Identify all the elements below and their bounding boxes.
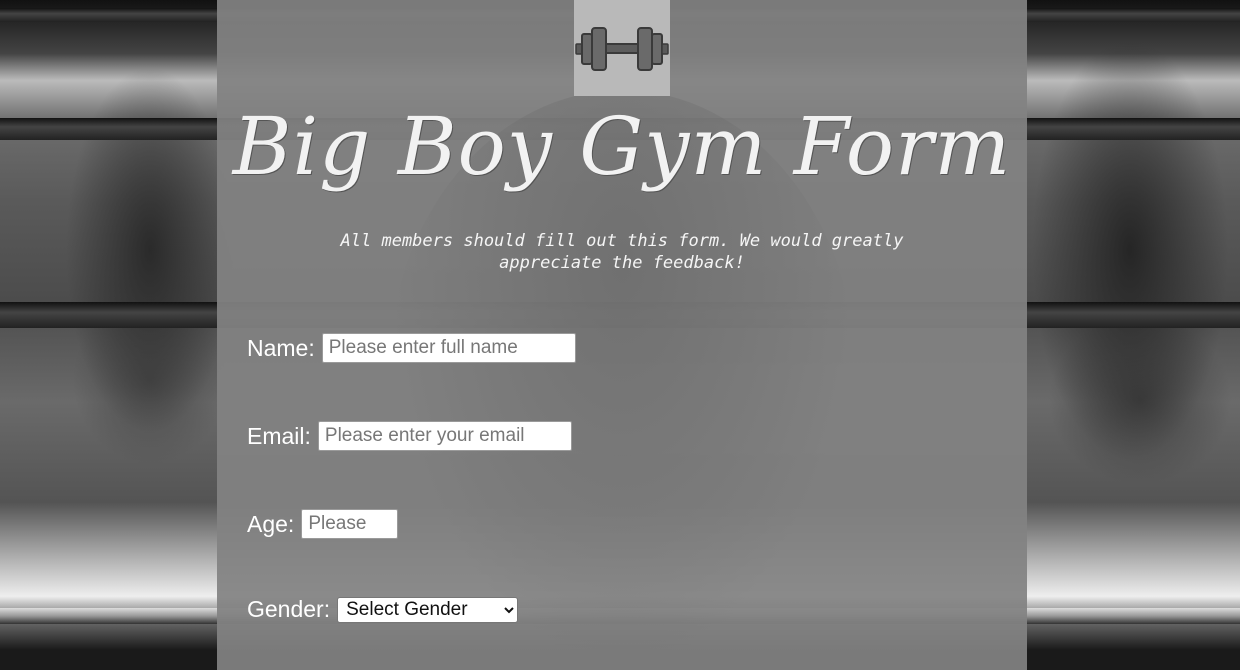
gender-select[interactable]: Select Gender [337, 596, 519, 623]
email-row: Email: [247, 421, 572, 451]
age-label: Age: [247, 510, 295, 537]
dumbbell-icon [575, 27, 669, 71]
email-label: Email: [247, 422, 311, 449]
name-input[interactable] [321, 333, 576, 363]
page-subtitle: All members should fill out this form. W… [340, 231, 904, 273]
logo [574, 0, 670, 96]
email-input[interactable] [317, 421, 572, 451]
page-title: Big Boy Gym Form [232, 100, 1012, 193]
name-row: Name: [247, 333, 576, 363]
gender-label: Gender: [247, 596, 331, 622]
form-panel: Big Boy Gym Form All members should fill… [217, 0, 1027, 670]
age-input[interactable] [301, 509, 399, 539]
gender-row: Gender: Select Gender [247, 596, 519, 623]
name-label: Name: [247, 334, 315, 361]
age-row: Age: [247, 509, 399, 539]
